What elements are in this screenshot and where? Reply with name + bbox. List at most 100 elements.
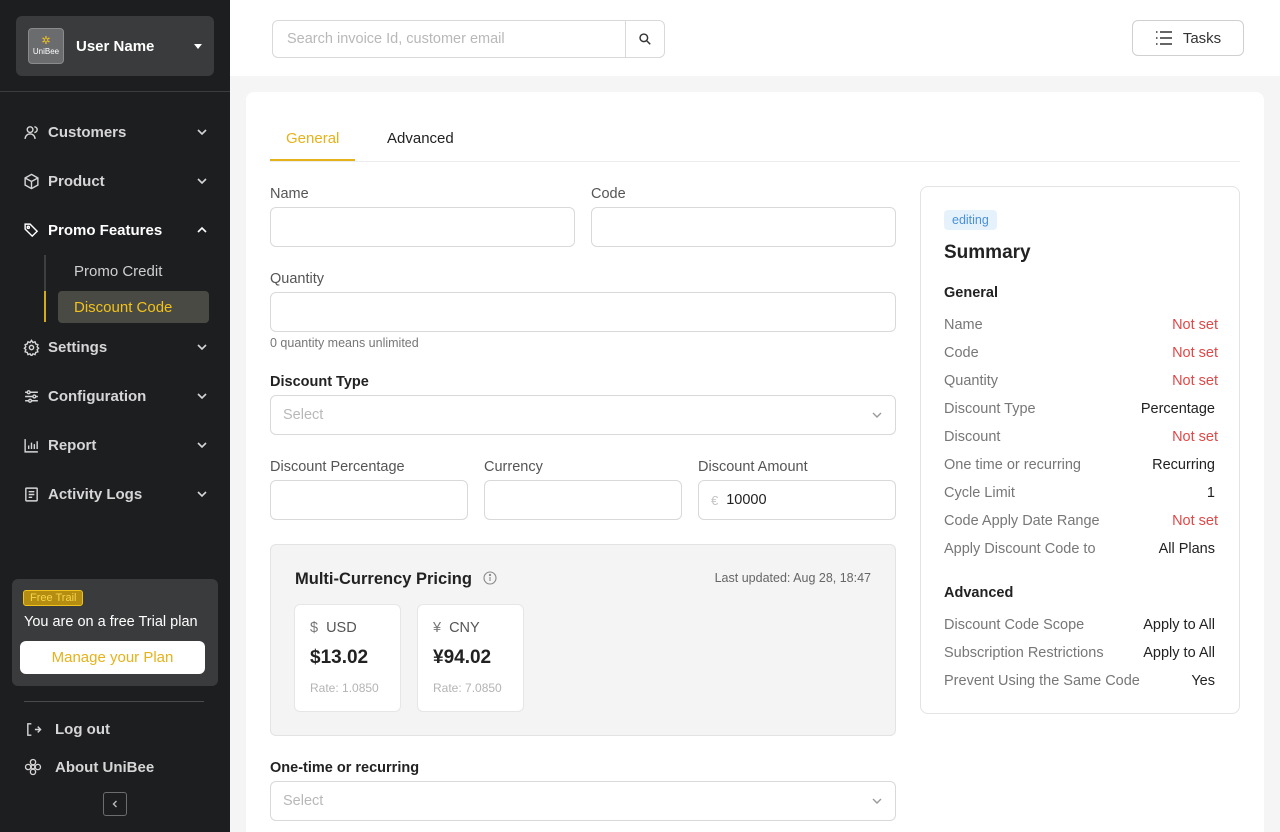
summary-value: Apply to All: [1143, 617, 1215, 633]
recurring-placeholder: Select: [283, 793, 324, 809]
trial-badge: Free Trail: [23, 590, 84, 606]
summary-row: Name Not set: [944, 315, 1218, 335]
summary-advanced-title: Advanced: [944, 585, 1014, 601]
sidebar-divider: [24, 701, 204, 702]
sidebar-item-label: Report: [48, 436, 97, 454]
summary-panel: editing Summary General Name Not set Code…: [920, 186, 1240, 714]
discount-amount-field[interactable]: € 10000: [698, 480, 896, 520]
summary-key: One time or recurring: [944, 457, 1081, 473]
sidebar-item-customers[interactable]: Customers: [22, 120, 208, 144]
tab-active-indicator: [270, 159, 355, 161]
summary-row: Discount Not set: [944, 427, 1218, 447]
chevron-down-icon: [197, 442, 207, 449]
tasks-button[interactable]: Tasks: [1132, 20, 1244, 56]
discount-type-select[interactable]: Select: [270, 395, 896, 435]
summary-row: Code Not set: [944, 343, 1218, 363]
sidebar-item-label: Customers: [48, 123, 127, 141]
summary-key: Code Apply Date Range: [944, 513, 1100, 529]
summary-key: Name: [944, 317, 983, 333]
sidebar-item-label: Activity Logs: [48, 485, 143, 503]
sidebar-item-configuration[interactable]: Configuration: [22, 384, 208, 408]
summary-key: Cycle Limit: [944, 485, 1015, 501]
user-menu[interactable]: ✲ UniBee User Name: [16, 16, 214, 76]
search-icon: [639, 33, 651, 45]
summary-value: Not set: [1172, 345, 1218, 361]
summary-row: Quantity Not set: [944, 371, 1218, 391]
sidebar-item-activity-logs[interactable]: Activity Logs: [22, 482, 208, 506]
summary-value: 1: [1206, 485, 1215, 501]
currency-rate: Rate: 7.0850: [433, 681, 502, 695]
currency-code-text: CNY: [449, 620, 480, 636]
summary-key: Discount Type: [944, 401, 1036, 417]
summary-row: Code Apply Date Range Not set: [944, 511, 1218, 531]
sidebar-item-label: Promo Credit: [74, 262, 163, 280]
summary-row: Discount Code Scope Apply to All: [944, 615, 1218, 635]
sidebar-item-discount-code[interactable]: Discount Code: [58, 291, 209, 323]
name-field[interactable]: [270, 207, 575, 247]
sidebar-item-label: Configuration: [48, 387, 147, 405]
chevron-left-icon: [112, 800, 117, 808]
manage-plan-button[interactable]: Manage your Plan: [20, 641, 205, 674]
search-button[interactable]: [625, 20, 665, 58]
summary-value: Not set: [1172, 317, 1218, 333]
summary-row: Apply Discount Code to All Plans: [944, 539, 1218, 559]
sidebar-item-label: Promo Features: [48, 221, 163, 239]
logout-link[interactable]: Log out: [24, 718, 110, 740]
chevron-down-icon: [872, 412, 882, 418]
summary-value: Apply to All: [1143, 645, 1215, 661]
code-field[interactable]: [591, 207, 896, 247]
recurring-select[interactable]: Select: [270, 781, 896, 821]
summary-value: Yes: [1191, 673, 1215, 689]
search-input[interactable]: [272, 20, 626, 58]
sidebar-item-report[interactable]: Report: [22, 433, 208, 457]
summary-key: Prevent Using the Same Code: [944, 673, 1140, 689]
discount-percentage-label: Discount Percentage: [270, 459, 405, 475]
name-label: Name: [270, 186, 309, 202]
list-icon: [1155, 31, 1172, 45]
bar-chart-icon: [22, 436, 40, 454]
user-name: User Name: [76, 37, 155, 55]
gear-icon: [22, 338, 40, 356]
main-card: General Advanced Name Code Quantity 0 qu…: [246, 92, 1264, 832]
sidebar: ✲ UniBee User Name Customers Product Pro…: [0, 0, 230, 832]
discount-percentage-field[interactable]: [270, 480, 468, 520]
flower-icon: [24, 758, 42, 776]
quantity-hint: 0 quantity means unlimited: [270, 336, 419, 350]
quantity-field[interactable]: [270, 292, 896, 332]
sidebar-divider: [0, 91, 230, 92]
summary-row: Discount Type Percentage: [944, 399, 1218, 419]
summary-row: Cycle Limit 1: [944, 483, 1218, 503]
summary-value: Not set: [1172, 373, 1218, 389]
tab-advanced[interactable]: Advanced: [387, 130, 454, 147]
currency-field[interactable]: [484, 480, 682, 520]
currency-rate: Rate: 1.0850: [310, 681, 379, 695]
summary-value: Recurring: [1152, 457, 1215, 473]
last-updated: Last updated: Aug 28, 18:47: [714, 571, 871, 585]
recurring-label: One-time or recurring: [270, 760, 420, 776]
code-label: Code: [591, 186, 626, 202]
currency-label: Currency: [484, 459, 543, 475]
currency-amount: $13.02: [310, 647, 369, 668]
chevron-down-icon: [197, 491, 207, 498]
chevron-down-icon: [197, 344, 207, 351]
summary-value: Not set: [1172, 513, 1218, 529]
info-icon[interactable]: [483, 571, 497, 588]
chevron-down-icon: [197, 393, 207, 400]
submenu-active-indicator: [44, 291, 46, 322]
multi-currency-panel: Multi-Currency Pricing Last updated: Aug…: [270, 544, 896, 736]
tab-general[interactable]: General: [286, 130, 339, 147]
summary-value: Not set: [1172, 429, 1218, 445]
currency-code: ¥ CNY: [433, 620, 480, 636]
about-link[interactable]: About UniBee: [24, 756, 154, 778]
sidebar-item-promo-features[interactable]: Promo Features: [22, 218, 208, 242]
sidebar-item-settings[interactable]: Settings: [22, 335, 208, 359]
users-icon: [22, 123, 40, 141]
chevron-down-icon: [197, 178, 207, 185]
summary-key: Subscription Restrictions: [944, 645, 1104, 661]
sidebar-item-product[interactable]: Product: [22, 169, 208, 193]
currency-prefix: €: [711, 492, 719, 508]
sidebar-item-promo-credit[interactable]: Promo Credit: [58, 255, 209, 287]
collapse-sidebar-button[interactable]: [103, 792, 127, 816]
currency-symbol: ¥: [433, 620, 442, 636]
currency-code: $ USD: [310, 620, 357, 636]
